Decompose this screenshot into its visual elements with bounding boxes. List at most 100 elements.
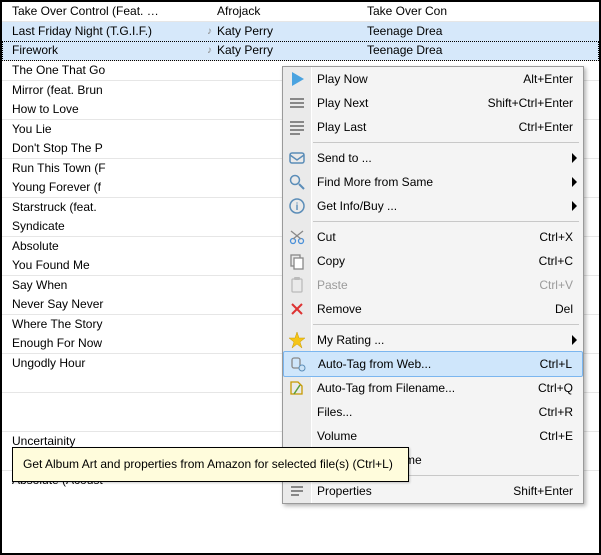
playing-icon [202, 412, 217, 431]
playing-icon [202, 217, 217, 236]
search-icon [288, 173, 306, 191]
playing-icon: ♪ [202, 22, 217, 41]
track-title: Never Say Never [2, 295, 202, 314]
track-row[interactable]: Take Over Control (Feat. …AfrojackTake O… [2, 2, 599, 22]
menu-item-label: Auto-Tag from Filename... [317, 381, 455, 395]
properties-icon [288, 482, 306, 500]
play-last-icon [288, 118, 306, 136]
paste-icon [288, 276, 306, 294]
track-album: Teenage Drea [367, 41, 567, 60]
copy-icon [288, 252, 306, 270]
menu-item-label: Auto-Tag from Web... [318, 357, 431, 371]
menu-my-rating[interactable]: My Rating ... [283, 328, 583, 352]
track-artist: Katy Perry [217, 22, 347, 41]
playing-icon [202, 61, 217, 80]
menu-item-label: Play Last [317, 120, 366, 134]
track-title: Young Forever (f [2, 178, 202, 197]
track-title: You Lie [2, 120, 202, 139]
track-title: Starstruck (feat. [2, 198, 202, 217]
menu-play-next[interactable]: Play Next Shift+Ctrl+Enter [283, 91, 583, 115]
playing-icon [202, 315, 217, 334]
cut-icon [288, 228, 306, 246]
menu-item-shortcut: Ctrl+R [539, 400, 573, 424]
send-to-icon [288, 149, 306, 167]
tooltip: Get Album Art and properties from Amazon… [12, 447, 409, 482]
track-title: The One That Go [2, 61, 202, 80]
remove-icon [288, 300, 306, 318]
menu-play-last[interactable]: Play Last Ctrl+Enter [283, 115, 583, 139]
track-title [2, 373, 202, 392]
track-row[interactable]: Firework♪Katy PerryTeenage Drea [2, 41, 599, 61]
playing-icon [202, 256, 217, 275]
track-artist: Afrojack [217, 2, 347, 21]
playing-icon [202, 159, 217, 178]
menu-item-label: Paste [317, 278, 348, 292]
tag-web-icon [289, 355, 307, 373]
menu-send-to[interactable]: Send to ... [283, 146, 583, 170]
track-row[interactable]: Last Friday Night (T.G.I.F.)♪Katy PerryT… [2, 22, 599, 41]
context-menu: Play Now Alt+Enter Play Next Shift+Ctrl+… [282, 66, 584, 504]
menu-copy[interactable]: Copy Ctrl+C [283, 249, 583, 273]
menu-item-shortcut: Ctrl+L [540, 352, 572, 376]
playing-icon [202, 295, 217, 314]
info-icon: i [288, 197, 306, 215]
track-title: How to Love [2, 100, 202, 119]
playing-icon [202, 393, 217, 412]
tag-file-icon [288, 379, 306, 397]
menu-volume[interactable]: Volume Ctrl+E [283, 424, 583, 448]
volume-icon [288, 427, 306, 445]
track-title: Say When [2, 276, 202, 295]
playing-icon [202, 354, 217, 373]
files-icon [288, 403, 306, 421]
star-icon [288, 331, 306, 349]
menu-item-label: Cut [317, 230, 336, 244]
menu-item-shortcut: Ctrl+V [539, 273, 573, 297]
menu-remove[interactable]: Remove Del [283, 297, 583, 321]
playing-icon [202, 139, 217, 158]
menu-play-now[interactable]: Play Now Alt+Enter [283, 67, 583, 91]
menu-item-shortcut: Shift+Ctrl+Enter [488, 91, 573, 115]
playing-icon [202, 334, 217, 353]
menu-item-shortcut: Ctrl+Q [538, 376, 573, 400]
menu-separator [283, 139, 583, 146]
menu-item-label: Play Next [317, 96, 368, 110]
menu-item-label: Play Now [317, 72, 368, 86]
menu-autotag-filename[interactable]: Auto-Tag from Filename... Ctrl+Q [283, 376, 583, 400]
menu-item-shortcut: Ctrl+C [539, 249, 573, 273]
playing-icon [202, 120, 217, 139]
playing-icon [202, 178, 217, 197]
svg-text:i: i [296, 202, 299, 213]
submenu-arrow-icon [572, 153, 577, 163]
menu-item-label: Remove [317, 302, 362, 316]
playing-icon [202, 2, 217, 21]
track-title: Ungodly Hour [2, 354, 202, 373]
track-title [2, 412, 202, 431]
menu-autotag-web[interactable]: Auto-Tag from Web... Ctrl+L [283, 351, 583, 377]
track-title: Firework [2, 41, 202, 60]
menu-properties[interactable]: Properties Shift+Enter [283, 479, 583, 503]
track-title: Mirror (feat. Brun [2, 81, 202, 100]
track-title: You Found Me [2, 256, 202, 275]
menu-item-shortcut: Alt+Enter [523, 67, 573, 91]
menu-cut[interactable]: Cut Ctrl+X [283, 225, 583, 249]
tooltip-text: Get Album Art and properties from Amazon… [23, 457, 393, 471]
track-title: Take Over Control (Feat. … [2, 2, 202, 21]
menu-item-shortcut: Shift+Enter [513, 479, 573, 503]
track-title [2, 393, 202, 412]
menu-item-shortcut: Ctrl+E [539, 424, 573, 448]
menu-item-shortcut: Ctrl+Enter [519, 115, 573, 139]
track-title: Syndicate [2, 217, 202, 236]
playing-icon: ♪ [202, 41, 217, 60]
playing-icon [202, 237, 217, 256]
track-title: Last Friday Night (T.G.I.F.) [2, 22, 202, 41]
menu-find-more[interactable]: Find More from Same [283, 170, 583, 194]
menu-item-label: Get Info/Buy ... [317, 199, 397, 213]
playing-icon [202, 373, 217, 392]
menu-item-label: Copy [317, 254, 345, 268]
menu-separator [283, 218, 583, 225]
track-title: Don't Stop The P [2, 139, 202, 158]
play-next-icon [288, 94, 306, 112]
menu-item-label: Files... [317, 405, 352, 419]
menu-get-info[interactable]: i Get Info/Buy ... [283, 194, 583, 218]
menu-files[interactable]: Files... Ctrl+R [283, 400, 583, 424]
